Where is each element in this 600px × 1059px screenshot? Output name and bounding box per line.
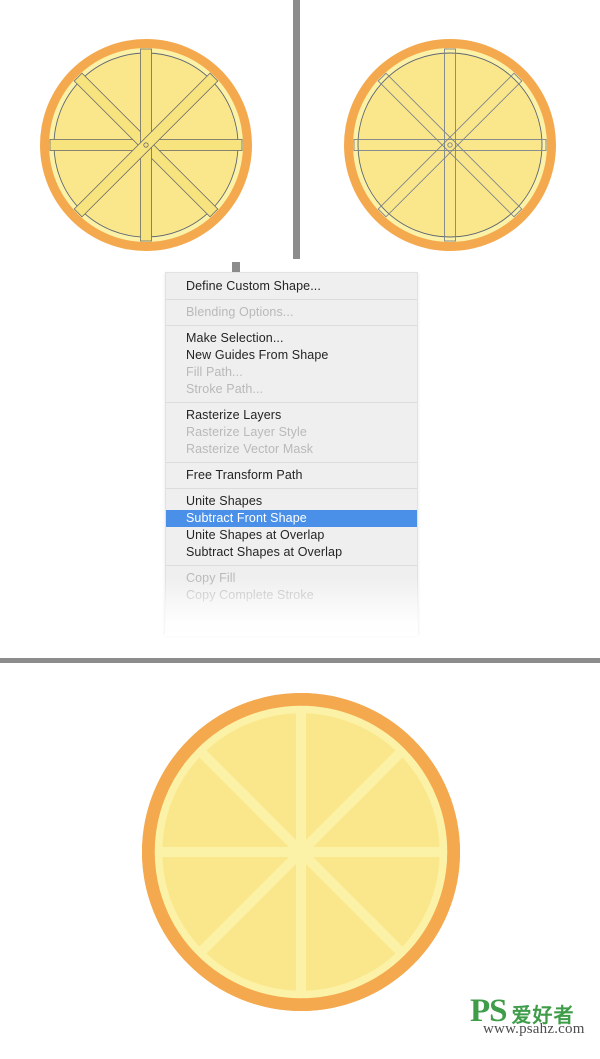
menu-item-rasterize-layers[interactable]: Rasterize Layers: [166, 407, 417, 424]
menu-separator: [166, 299, 417, 300]
menu-item-fill-path: Fill Path...: [186, 365, 243, 379]
menu-separator: [166, 565, 417, 566]
menu-item-list: Define Custom Shape... Blending Options..…: [166, 273, 417, 604]
menu-item-define-custom-shape[interactable]: Define Custom Shape...: [166, 278, 417, 295]
watermark: PS 爱好者 www.psahz.com: [470, 995, 596, 1047]
menu-separator: [166, 488, 417, 489]
result-segment-dividers: [161, 712, 441, 992]
finished-citrus-slice-svg: [142, 693, 460, 1011]
bar-group-left: [49, 48, 243, 242]
illustration-right: [300, 0, 600, 280]
menu-separator: [166, 402, 417, 403]
watermark-url: www.psahz.com: [483, 1021, 585, 1037]
menu-item-make-selection[interactable]: Make Selection...: [166, 330, 417, 347]
menu-item-stroke-path: Stroke Path...: [186, 382, 264, 396]
menu-item-rasterize-vector-mask: Rasterize Vector Mask: [186, 442, 314, 456]
citrus-filled-bars-svg: [40, 39, 252, 251]
menu-item-unite-shapes-at-overlap[interactable]: Unite Shapes at Overlap: [166, 527, 417, 544]
menu-item-new-guides-from-shape[interactable]: New Guides From Shape: [166, 347, 417, 364]
menu-item-rasterize-layer-style: Rasterize Layer Style: [186, 425, 307, 439]
vertical-divider: [293, 0, 300, 259]
menu-item-blending-options: Blending Options...: [186, 305, 294, 319]
menu-item-subtract-shapes-at-overlap[interactable]: Subtract Shapes at Overlap: [166, 544, 417, 561]
citrus-outlined-bars-svg: [344, 39, 556, 251]
menu-separator: [166, 462, 417, 463]
path-operations-context-menu[interactable]: Define Custom Shape... Blending Options..…: [165, 272, 418, 634]
menu-item-copy-fill: Copy Fill: [186, 571, 236, 585]
illustration-left: [0, 0, 300, 280]
menu-item-copy-complete-stroke: Copy Complete Stroke: [186, 588, 314, 602]
menu-item-unite-shapes[interactable]: Unite Shapes: [166, 493, 417, 510]
menu-item-subtract-front-shape[interactable]: Subtract Front Shape: [166, 510, 417, 527]
flesh-circle-right: [358, 53, 542, 237]
menu-item-free-transform-path[interactable]: Free Transform Path: [166, 467, 417, 484]
menu-separator: [166, 325, 417, 326]
